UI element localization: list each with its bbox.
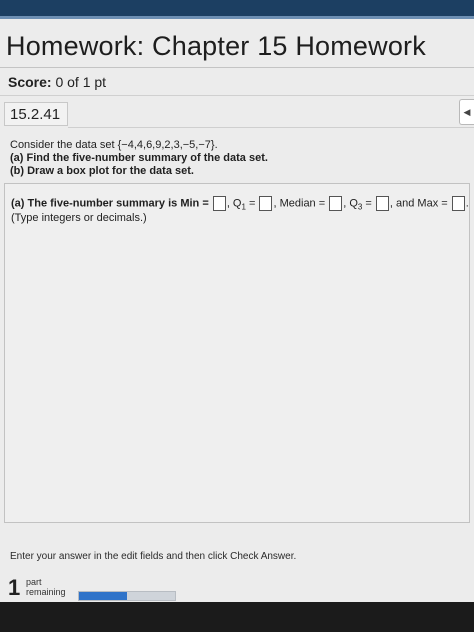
q1-equals: = bbox=[245, 197, 256, 210]
summary-end: . bbox=[465, 197, 469, 210]
q3-label: , Q bbox=[343, 197, 358, 210]
q3-input[interactable] bbox=[375, 196, 389, 211]
top-banner bbox=[0, 0, 474, 16]
max-label: , and Max = bbox=[389, 197, 448, 210]
five-number-summary-row: (a) The five-number summary is Min = , Q… bbox=[11, 196, 469, 212]
remaining-label: part remaining bbox=[26, 577, 66, 597]
median-input[interactable] bbox=[329, 196, 343, 211]
max-input[interactable] bbox=[451, 196, 465, 211]
question-text: Consider the data set {−4,4,6,9,2,3,−5,−… bbox=[10, 139, 466, 178]
q1-label: , Q bbox=[226, 197, 242, 210]
bottom-bar bbox=[0, 602, 474, 632]
q3-equals: = bbox=[362, 197, 372, 210]
median-label: , Median = bbox=[273, 197, 326, 210]
question-part-a: (a) Find the five-number summary of the … bbox=[10, 152, 268, 164]
summary-prefix: (a) The five-number summary is Min = bbox=[11, 197, 209, 210]
progress-fill bbox=[79, 592, 127, 600]
score-label: Score: bbox=[8, 74, 52, 90]
divider bbox=[68, 127, 474, 128]
answer-format-note: (Type integers or decimals.) bbox=[11, 212, 147, 224]
remaining-label-line2: remaining bbox=[26, 587, 66, 597]
divider bbox=[0, 95, 474, 96]
remaining-label-line1: part bbox=[26, 577, 42, 587]
score-value: 0 of 1 pt bbox=[55, 74, 107, 90]
homework-page: Homework: Chapter 15 Homework Score: 0 o… bbox=[0, 19, 474, 602]
min-input[interactable] bbox=[212, 196, 226, 211]
divider bbox=[0, 67, 474, 68]
page-title: Homework: Chapter 15 Homework bbox=[6, 31, 426, 61]
score-display: Score: 0 of 1 pt bbox=[8, 74, 106, 90]
collapse-panel-tab[interactable]: ◀ bbox=[459, 99, 474, 125]
progress-bar bbox=[78, 591, 176, 601]
remaining-count: 1 bbox=[8, 575, 21, 600]
q1-input[interactable] bbox=[259, 196, 273, 211]
instruction-text: Enter your answer in the edit fields and… bbox=[10, 551, 297, 562]
question-number: 15.2.41 bbox=[4, 102, 68, 126]
chevron-left-icon: ◀ bbox=[463, 107, 471, 117]
question-part-b: (b) Draw a box plot for the data set. bbox=[10, 165, 194, 177]
answer-panel: (a) The five-number summary is Min = , Q… bbox=[4, 183, 470, 523]
question-prompt: Consider the data set {−4,4,6,9,2,3,−5,−… bbox=[10, 139, 218, 151]
